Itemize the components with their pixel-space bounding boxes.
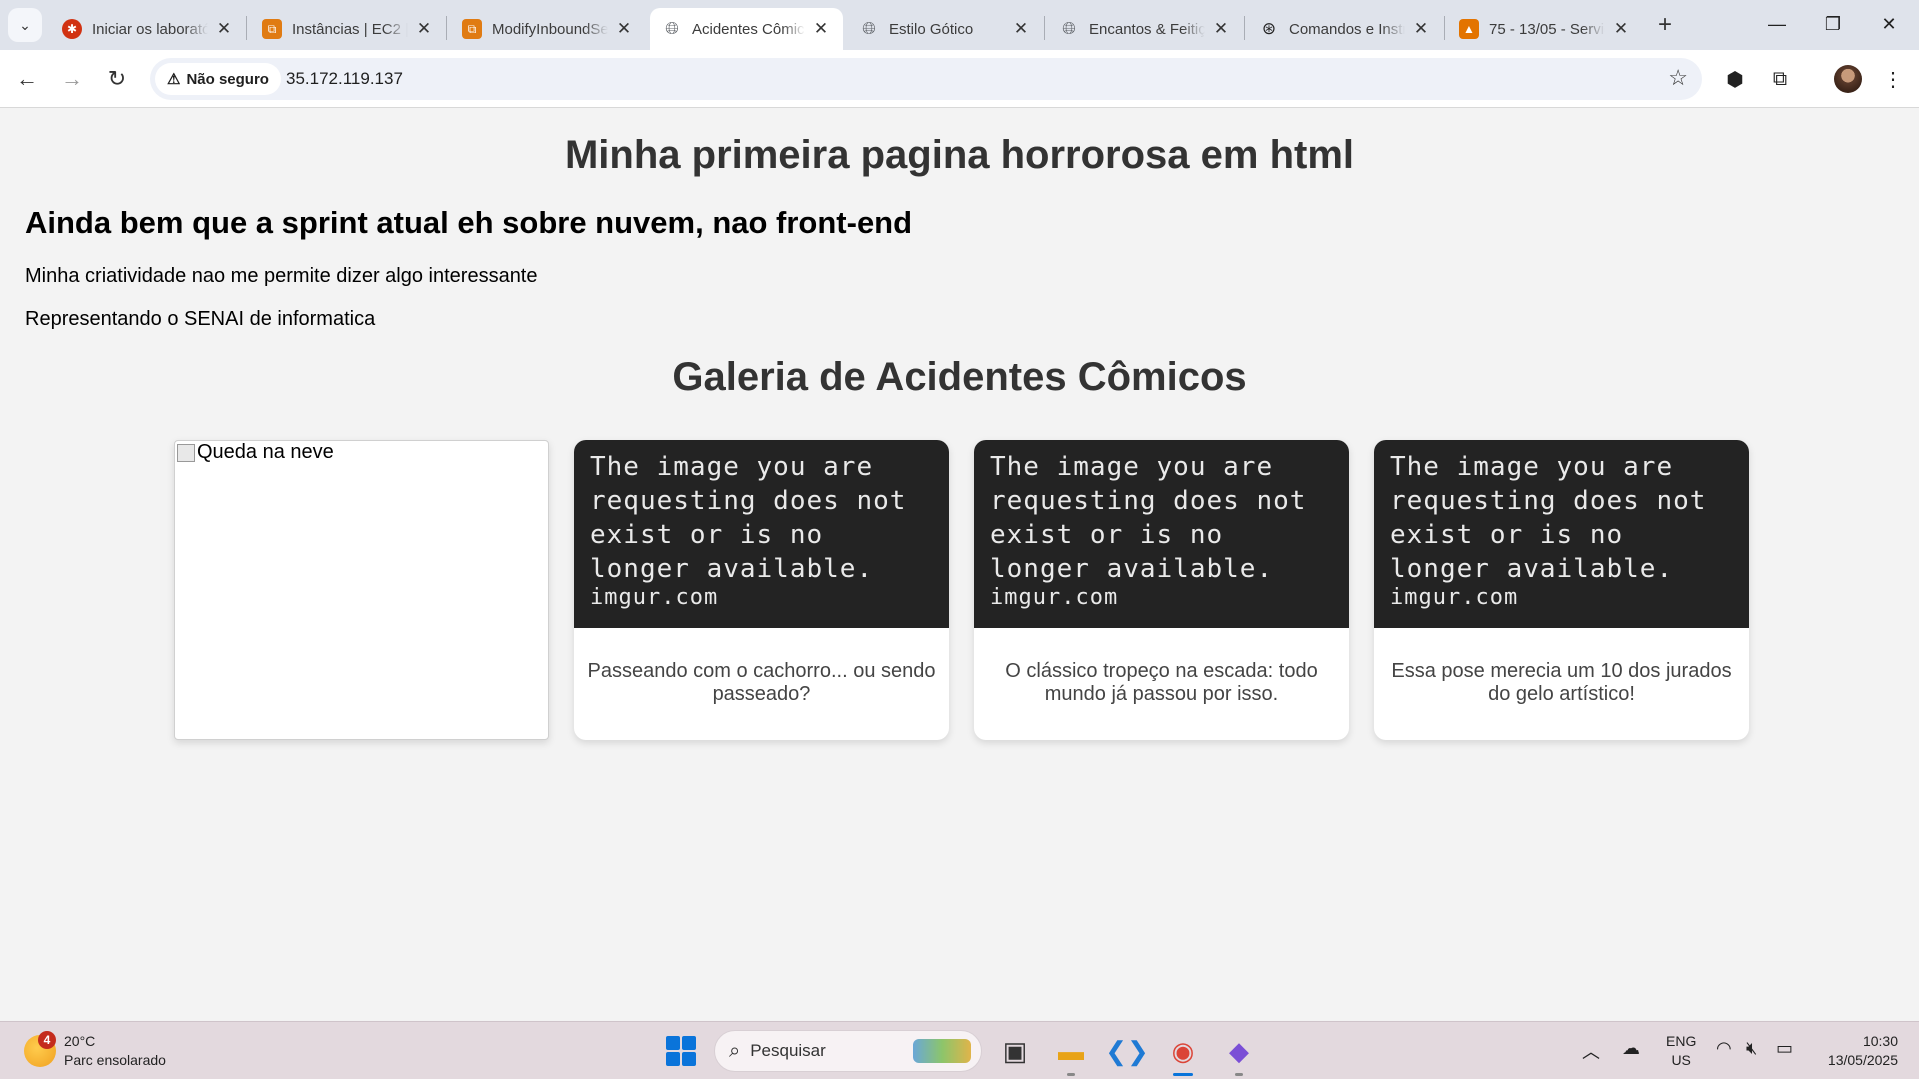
back-button[interactable]: ← bbox=[10, 62, 44, 96]
forward-button[interactable]: → bbox=[55, 62, 89, 96]
close-tab-icon[interactable]: ✕ bbox=[414, 19, 434, 39]
restore-icon: ❐ bbox=[1824, 13, 1842, 34]
tab-lab[interactable]: ✱ Iniciar os laboratórios ✕ bbox=[50, 8, 246, 50]
weather-condition: Parc ensolarado bbox=[64, 1052, 166, 1068]
toolbar: ← → ↻ ⚠ Não seguro 35.172.119.137 ☆ ⬢ ⧉ … bbox=[0, 50, 1919, 108]
gallery-caption: Essa pose merecia um 10 dos jurados do g… bbox=[1391, 660, 1732, 705]
plus-icon: + bbox=[1657, 11, 1672, 38]
notification-badge: 4 bbox=[38, 1031, 56, 1049]
temperature: 20°C bbox=[64, 1033, 96, 1049]
file-explorer-icon[interactable]: ▬ bbox=[1052, 1032, 1090, 1076]
extensions-puzzle-icon[interactable]: ⧉ bbox=[1763, 62, 1797, 96]
tab-strip: ⌄ ✱ Iniciar os laboratórios ✕ ⧉ Instânci… bbox=[0, 0, 1919, 50]
chevron-down-icon: ⌄ bbox=[19, 16, 31, 33]
globe-icon: 🌐︎ bbox=[1062, 19, 1076, 38]
close-tab-icon[interactable]: ✕ bbox=[1411, 19, 1431, 39]
tab-modify-inbound[interactable]: ⧉ ModifyInboundSecurityGroupRules ✕ bbox=[450, 8, 646, 50]
speaker-muted-icon[interactable]: 🔇︎ bbox=[1746, 1038, 1757, 1059]
weather-sun-icon: 4 bbox=[24, 1031, 56, 1067]
chatgpt-icon: ⊛ bbox=[1261, 19, 1277, 38]
chrome-icon[interactable]: ◉ bbox=[1164, 1032, 1202, 1076]
tab-estilo-gotico[interactable]: 🌐︎ Estilo Gótico ✕ bbox=[847, 8, 1043, 50]
aws-icon: ⧉ bbox=[462, 19, 482, 39]
taskbar: 4 20°C Parc ensolarado ⌕ Pesquisar ▣ ▬ ❮… bbox=[0, 1021, 1919, 1079]
paragraph-creativity: Minha criatividade nao me permite dizer … bbox=[25, 265, 538, 287]
search-highlight-image bbox=[913, 1039, 971, 1063]
close-tab-icon[interactable]: ✕ bbox=[214, 19, 234, 39]
gallery-caption: O clássico tropeço na escada: todo mundo… bbox=[1005, 660, 1318, 705]
bookmark-star-icon[interactable]: ☆ bbox=[1668, 65, 1688, 91]
gallery-title: Galeria de Acidentes Cômicos bbox=[672, 355, 1247, 399]
gallery-card: The image you are requesting does not ex… bbox=[1374, 440, 1749, 740]
gallery-card: Queda na neve bbox=[174, 440, 549, 740]
address-bar[interactable]: ⚠ Não seguro 35.172.119.137 ☆ bbox=[150, 58, 1702, 100]
tab-servidor[interactable]: ▲ 75 - 13/05 - Servidor ✕ bbox=[1447, 8, 1643, 50]
minimize-icon: — bbox=[1768, 13, 1786, 34]
wifi-icon[interactable]: ◠ bbox=[1716, 1038, 1732, 1059]
gallery-image-placeholder: The image you are requesting does not ex… bbox=[974, 440, 1349, 628]
reload-button[interactable]: ↻ bbox=[100, 62, 134, 96]
battery-icon[interactable]: ▭ bbox=[1776, 1038, 1793, 1059]
arrow-right-icon: → bbox=[61, 66, 83, 91]
clock[interactable]: 10:30 13/05/2025 bbox=[1818, 1032, 1898, 1070]
gallery-card: The image you are requesting does not ex… bbox=[974, 440, 1349, 740]
task-view-icon[interactable]: ▣ bbox=[996, 1032, 1034, 1070]
arrow-left-icon: ← bbox=[16, 66, 38, 91]
paragraph-senai: Representando o SENAI de informatica bbox=[25, 308, 376, 330]
tab-encantos-feiticos[interactable]: 🌐︎ Encantos & Feitiços ✕ bbox=[1047, 8, 1243, 50]
tab-search-button[interactable]: ⌄ bbox=[8, 8, 42, 42]
tab-comandos[interactable]: ⊛ Comandos e Instruções ✕ bbox=[1247, 8, 1443, 50]
security-label: Não seguro bbox=[186, 70, 269, 88]
vscode-icon[interactable]: ❮❯ bbox=[1105, 1032, 1149, 1070]
new-tab-button[interactable]: + bbox=[1650, 10, 1680, 40]
menu-kebab-icon[interactable]: ⋮ bbox=[1876, 62, 1910, 96]
page-subtitle: Ainda bem que a sprint atual eh sobre nu… bbox=[25, 205, 913, 240]
url-text[interactable]: 35.172.119.137 bbox=[286, 69, 403, 89]
warning-icon: ⚠ bbox=[167, 71, 181, 88]
minimize-button[interactable]: — bbox=[1750, 0, 1804, 48]
restore-button[interactable]: ❐ bbox=[1806, 0, 1860, 48]
page-content: Minha primeira pagina horrorosa em html … bbox=[0, 109, 1919, 1021]
extension-shield-icon[interactable]: ⬢ bbox=[1718, 62, 1752, 96]
gallery-card: The image you are requesting does not ex… bbox=[574, 440, 949, 740]
page-title: Minha primeira pagina horrorosa em html bbox=[564, 133, 1355, 177]
search-placeholder: Pesquisar bbox=[750, 1041, 826, 1060]
reload-icon: ↻ bbox=[107, 66, 127, 91]
start-button[interactable] bbox=[666, 1036, 696, 1066]
security-chip[interactable]: ⚠ Não seguro bbox=[155, 63, 281, 95]
cloud-offline-icon[interactable]: ☁ bbox=[1622, 1038, 1640, 1059]
close-tab-icon[interactable]: ✕ bbox=[1611, 19, 1631, 39]
language-indicator[interactable]: ENG US bbox=[1666, 1032, 1696, 1070]
weather-widget[interactable]: 4 20°C Parc ensolarado bbox=[24, 1031, 166, 1070]
close-icon: ✕ bbox=[1881, 13, 1897, 34]
close-tab-icon[interactable]: ✕ bbox=[811, 19, 831, 39]
gallery-image-placeholder: The image you are requesting does not ex… bbox=[1374, 440, 1749, 628]
tab-ec2[interactable]: ⧉ Instâncias | EC2 | us-east-1 ✕ bbox=[250, 8, 446, 50]
chevron-up-icon[interactable]: ︿ bbox=[1582, 1038, 1600, 1064]
close-tab-icon[interactable]: ✕ bbox=[1011, 19, 1031, 39]
tab-acidentes-comicos[interactable]: 🌐︎ Acidentes Cômicos ✕ bbox=[650, 8, 843, 50]
globe-icon: 🌐︎ bbox=[665, 19, 679, 38]
broken-image: Queda na neve bbox=[177, 441, 334, 464]
gallery-caption: Passeando com o cachorro... ou sendo pas… bbox=[587, 660, 936, 705]
image-alt-text: Queda na neve bbox=[197, 441, 334, 463]
aws-icon: ⧉ bbox=[262, 19, 282, 39]
app-crystal-icon[interactable]: ◆ bbox=[1220, 1032, 1258, 1076]
aws-academy-icon: ✱ bbox=[62, 19, 82, 39]
close-tab-icon[interactable]: ✕ bbox=[614, 19, 634, 39]
search-icon: ⌕ bbox=[729, 1039, 741, 1062]
close-tab-icon[interactable]: ✕ bbox=[1211, 19, 1231, 39]
taskbar-search[interactable]: ⌕ Pesquisar bbox=[714, 1030, 982, 1072]
close-window-button[interactable]: ✕ bbox=[1862, 0, 1916, 48]
globe-icon: 🌐︎ bbox=[862, 19, 876, 38]
gallery-image-placeholder: The image you are requesting does not ex… bbox=[574, 440, 949, 628]
profile-avatar[interactable] bbox=[1834, 65, 1862, 93]
broken-image-icon bbox=[177, 443, 195, 462]
classroom-icon: ▲ bbox=[1459, 19, 1479, 39]
